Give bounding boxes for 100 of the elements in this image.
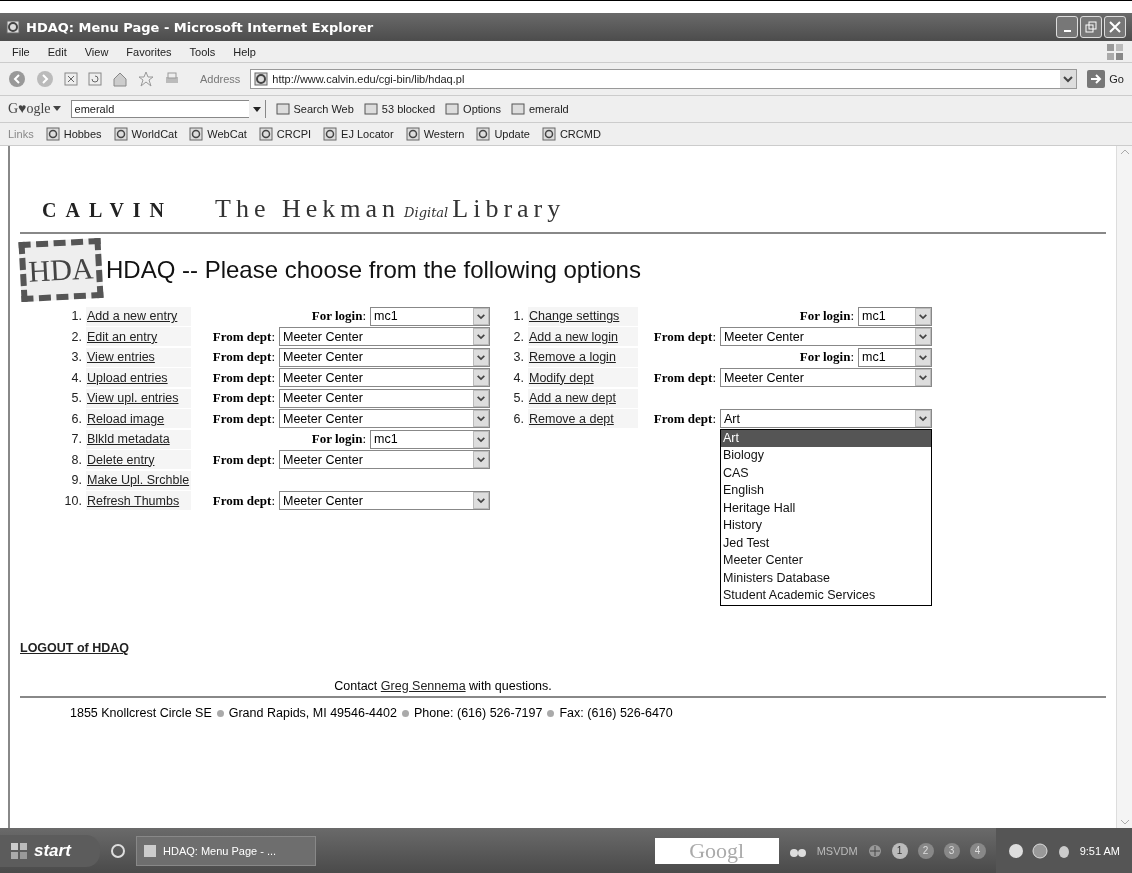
field-label: From dept: xyxy=(212,328,276,345)
dropdown-option[interactable]: Art xyxy=(721,429,931,447)
back-icon[interactable] xyxy=(8,70,26,88)
logout-link[interactable]: LOGOUT of HDAQ xyxy=(20,641,129,655)
windows-logo-icon xyxy=(1106,42,1124,61)
dept-select[interactable]: Meeter Center xyxy=(279,327,490,347)
dept-select[interactable]: Meeter Center xyxy=(720,368,932,388)
contact-link[interactable]: Greg Sennema xyxy=(380,679,466,693)
link-bookmark[interactable]: EJ Locator xyxy=(323,127,394,141)
option-link[interactable]: Refresh Thumbs xyxy=(86,491,191,511)
caret-icon[interactable] xyxy=(52,106,61,112)
option-link[interactable]: Make Upl. Srchble xyxy=(86,470,191,490)
field-label: From dept: xyxy=(212,410,276,427)
option-link[interactable]: Add a new login xyxy=(528,327,638,347)
home-icon[interactable] xyxy=(112,71,128,87)
option-number: 1. xyxy=(70,309,83,324)
dept-select[interactable]: Art xyxy=(720,409,932,429)
page-icon xyxy=(476,127,491,141)
menu-item[interactable]: Edit xyxy=(43,45,71,58)
brand-name: CALVIN xyxy=(42,199,174,222)
dept-select[interactable]: Meeter Center xyxy=(720,327,932,347)
option-link[interactable]: Reload image xyxy=(86,409,191,429)
option-link[interactable]: View entries xyxy=(86,347,191,367)
desktop-switch[interactable]: 1 xyxy=(891,842,908,859)
search-field[interactable]: emerald xyxy=(70,100,266,118)
link-bookmark[interactable]: CRCPI xyxy=(258,127,312,141)
tray-icon[interactable] xyxy=(1007,842,1024,859)
dept-select[interactable]: Meeter Center xyxy=(279,409,490,429)
minimize-button[interactable] xyxy=(1056,16,1078,38)
option-link[interactable]: Remove a dept xyxy=(528,409,638,429)
dept-select[interactable]: Meeter Center xyxy=(279,368,490,388)
option-number: 9. xyxy=(70,473,83,488)
field-label: From dept: xyxy=(653,369,717,386)
address-field[interactable]: http://www.calvin.edu/cgi-bin/lib/hdaq.pl xyxy=(250,69,1078,89)
option-link[interactable]: Add a new dept xyxy=(528,388,638,408)
login-select[interactable]: mc1 xyxy=(858,347,932,367)
option-link[interactable]: Modify dept xyxy=(528,368,638,388)
dept-select[interactable]: Meeter Center xyxy=(279,491,490,511)
field-label: For login: xyxy=(311,431,367,448)
toolbar-button[interactable]: Options xyxy=(445,102,501,116)
login-select[interactable]: mc1 xyxy=(370,429,490,449)
address-text: Phone: (616) 526-7197 xyxy=(413,706,543,720)
field-label: From dept: xyxy=(653,410,717,427)
option-link[interactable]: Add a new entry xyxy=(86,306,191,326)
minimize-icon xyxy=(1063,30,1071,32)
option-link[interactable]: Delete entry xyxy=(86,450,191,470)
address-text: 1855 Knollcrest Circle SE xyxy=(70,706,212,720)
field-label: From dept: xyxy=(212,390,276,407)
page-icon xyxy=(254,72,269,86)
link-bookmark[interactable]: CRCMD xyxy=(541,127,601,141)
option-number: 3. xyxy=(70,350,83,365)
refresh-icon[interactable] xyxy=(88,72,102,86)
link-bookmark[interactable]: Western xyxy=(405,127,465,141)
page-icon xyxy=(113,127,128,141)
star-icon[interactable] xyxy=(138,71,154,87)
go-button[interactable]: Go xyxy=(1087,70,1124,88)
address-text: Fax: (616) 526-6470 xyxy=(559,706,673,720)
login-select[interactable]: mc1 xyxy=(370,306,490,326)
option-number: 6. xyxy=(512,411,525,426)
toolbar-icon xyxy=(511,102,525,116)
dept-select[interactable]: Meeter Center xyxy=(279,388,490,408)
grid-icon[interactable] xyxy=(867,843,882,858)
close-icon xyxy=(1109,21,1121,33)
stop-icon[interactable] xyxy=(64,72,78,86)
option-link[interactable]: Blkld metadata xyxy=(86,429,191,449)
menu-item[interactable]: File xyxy=(8,45,34,58)
taskbar-button[interactable]: HDAQ: Menu Page - ... xyxy=(136,835,316,866)
link-bookmark[interactable]: Hobbes xyxy=(45,127,102,141)
option-link[interactable]: Edit an entry xyxy=(86,327,191,347)
page-icon xyxy=(405,127,420,141)
toolbar-icon xyxy=(363,102,378,116)
menu-item[interactable]: Tools xyxy=(185,45,220,58)
option-link[interactable]: Remove a login xyxy=(528,347,638,367)
login-select[interactable]: mc1 xyxy=(858,306,932,326)
close-button[interactable] xyxy=(1104,16,1126,38)
dept-select[interactable]: Meeter Center xyxy=(279,347,490,367)
menu-item[interactable]: Favorites xyxy=(122,45,176,58)
menu-item[interactable]: Help xyxy=(229,45,260,58)
option-link[interactable]: Upload entries xyxy=(86,368,191,388)
option-number: 1. xyxy=(512,309,525,324)
bullet-icon xyxy=(401,709,409,717)
toolbar-icon xyxy=(275,102,290,116)
dept-select[interactable]: Meeter Center xyxy=(279,450,490,470)
page-icon xyxy=(6,20,20,34)
toolbar-button[interactable]: emerald xyxy=(511,102,569,116)
link-bookmark[interactable]: WebCat xyxy=(189,127,247,141)
field-label: From dept: xyxy=(212,492,276,509)
restore-button[interactable] xyxy=(1080,16,1102,38)
option-number: 10. xyxy=(63,493,83,508)
option-number: 2. xyxy=(512,329,525,344)
bullet-icon xyxy=(547,709,555,717)
start-button[interactable]: start xyxy=(0,834,100,867)
toolbar-button[interactable]: Search Web xyxy=(275,102,354,116)
menu-item[interactable]: View xyxy=(80,45,113,58)
option-link[interactable]: View upl. entries xyxy=(86,388,191,408)
toolbar-button[interactable]: 53 blocked xyxy=(363,102,436,116)
links-label: Links xyxy=(8,128,34,140)
link-bookmark[interactable]: WorldCat xyxy=(113,127,178,141)
option-link[interactable]: Change settings xyxy=(528,306,638,326)
link-bookmark[interactable]: Update xyxy=(476,127,530,141)
